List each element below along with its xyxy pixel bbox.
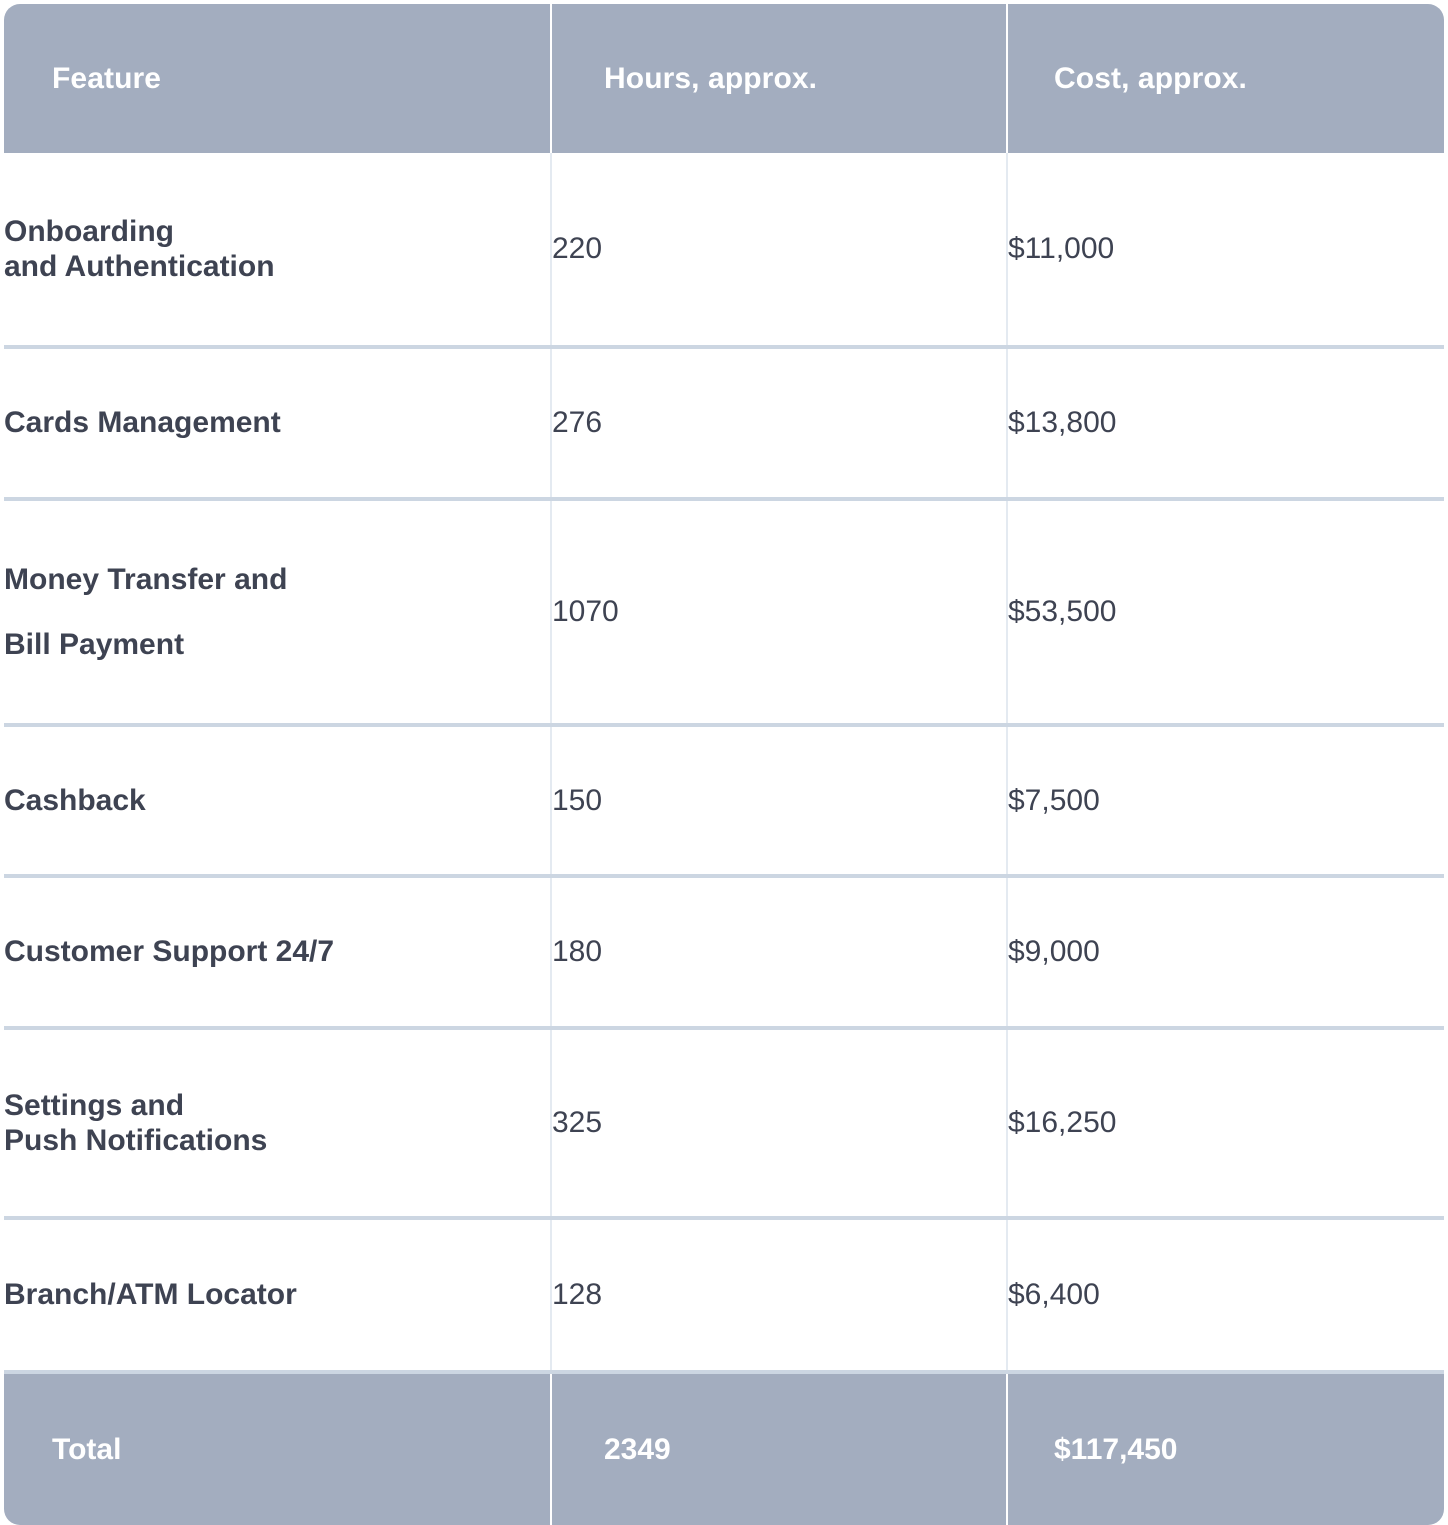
cell-hours: 150	[551, 725, 1008, 878]
cell-hours: 276	[551, 347, 1008, 501]
feature-line-secondary: and Authentication	[4, 250, 275, 283]
cell-feature: Settings and Push Notifications	[4, 1028, 552, 1220]
table-body: Onboarding and Authentication 220 $11,00…	[4, 153, 1444, 1525]
feature-line-primary: Cashback	[4, 783, 146, 817]
total-label: Total	[4, 1372, 552, 1525]
feature-line-primary: Branch/ATM Locator	[4, 1278, 297, 1312]
cell-cost: $7,500	[1007, 725, 1444, 878]
table-row: Settings and Push Notifications 325 $16,…	[4, 1028, 1444, 1220]
feature-line-secondary: Push Notifications	[4, 1124, 268, 1157]
cell-hours: 128	[551, 1218, 1008, 1374]
table-total-row: Total 2349 $117,450	[4, 1372, 1444, 1525]
column-header-feature: Feature	[4, 4, 552, 153]
feature-line-secondary: Bill Payment	[4, 628, 185, 661]
cost-breakdown-table-container: Feature Hours, approx. Cost, approx. Onb…	[0, 0, 1448, 1525]
cell-feature: Money Transfer and Bill Payment	[4, 499, 552, 727]
cell-hours: 220	[551, 153, 1008, 349]
table-header-row: Feature Hours, approx. Cost, approx.	[4, 4, 1444, 153]
column-header-hours: Hours, approx.	[551, 4, 1008, 153]
table-row: Money Transfer and Bill Payment 1070 $53…	[4, 499, 1444, 727]
cell-feature: Cashback	[4, 725, 552, 878]
cell-hours: 180	[551, 876, 1008, 1030]
cell-cost: $6,400	[1007, 1218, 1444, 1374]
table-row: Customer Support 24/7 180 $9,000	[4, 876, 1444, 1030]
table-row: Cards Management 276 $13,800	[4, 347, 1444, 501]
total-hours: 2349	[551, 1372, 1008, 1525]
table-header: Feature Hours, approx. Cost, approx.	[4, 4, 1444, 153]
cell-feature: Cards Management	[4, 347, 552, 501]
cell-cost: $13,800	[1007, 347, 1444, 501]
table-row: Branch/ATM Locator 128 $6,400	[4, 1218, 1444, 1374]
total-cost: $117,450	[1007, 1372, 1444, 1525]
cell-feature: Customer Support 24/7	[4, 876, 552, 1030]
feature-line-primary: Money Transfer and	[4, 562, 288, 596]
column-header-cost: Cost, approx.	[1007, 4, 1444, 153]
feature-line-primary: Onboarding	[4, 214, 174, 248]
cell-cost: $11,000	[1007, 153, 1444, 349]
cell-cost: $16,250	[1007, 1028, 1444, 1220]
cell-cost: $9,000	[1007, 876, 1444, 1030]
table-row: Cashback 150 $7,500	[4, 725, 1444, 878]
cell-feature: Onboarding and Authentication	[4, 153, 552, 349]
cell-hours: 1070	[551, 499, 1008, 727]
cost-breakdown-table: Feature Hours, approx. Cost, approx. Onb…	[4, 4, 1444, 1525]
cell-hours: 325	[551, 1028, 1008, 1220]
cell-cost: $53,500	[1007, 499, 1444, 727]
table-row: Onboarding and Authentication 220 $11,00…	[4, 153, 1444, 349]
feature-line-primary: Cards Management	[4, 406, 281, 440]
feature-line-primary: Customer Support 24/7	[4, 935, 335, 969]
cell-feature: Branch/ATM Locator	[4, 1218, 552, 1374]
feature-line-primary: Settings and	[4, 1088, 185, 1122]
